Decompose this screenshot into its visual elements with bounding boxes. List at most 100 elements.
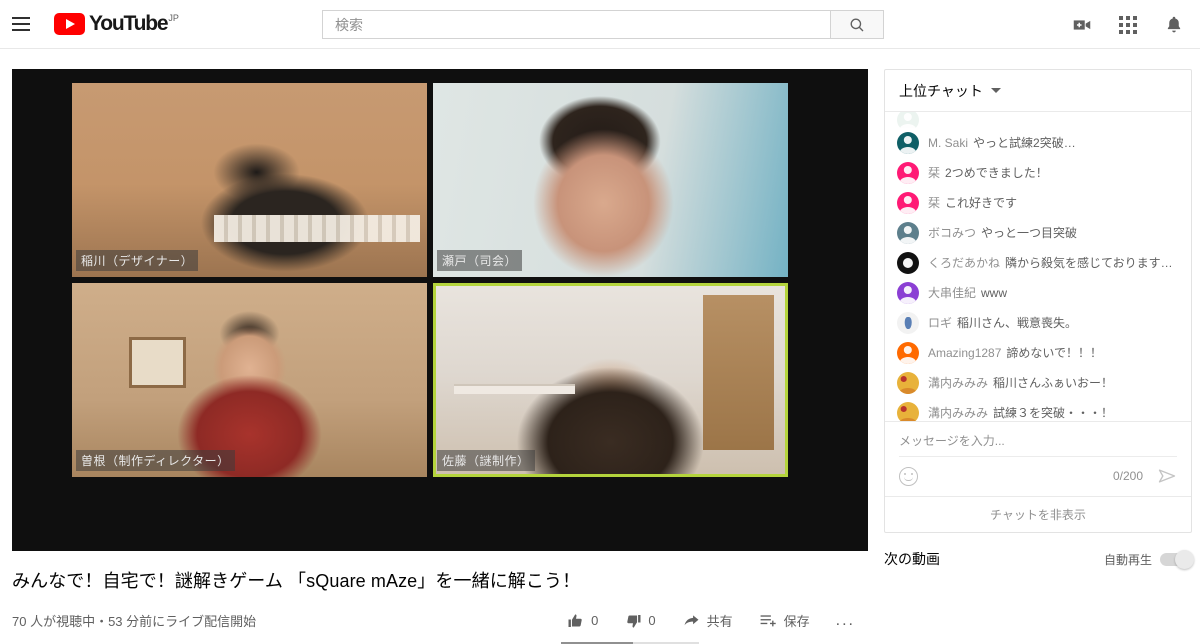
avatar — [897, 162, 919, 184]
avatar — [897, 402, 919, 421]
more-actions-button[interactable]: ... — [823, 608, 868, 634]
chat-input-placeholder: メッセージを入力... — [899, 434, 1005, 448]
chat-message-text — [928, 112, 933, 128]
up-next-header: 次の動画 自動再生 — [884, 549, 1194, 569]
autoplay-toggle[interactable] — [1160, 549, 1194, 569]
view-count-and-start-time: 70 人が視聴中・53 分前にライブ配信開始 — [12, 614, 257, 629]
chat-author: 溝内みみみ — [928, 375, 989, 390]
participant-name-label: 稲川（デザイナー） — [76, 250, 199, 271]
chat-body: これ好きです — [945, 195, 1018, 210]
youtube-logo-country: JP — [168, 13, 179, 23]
notifications-bell-icon[interactable] — [1162, 13, 1186, 37]
list-item: 溝内みみみ 試練３を突破・・・！ — [885, 398, 1191, 421]
thumbs-down-icon — [627, 614, 641, 628]
youtube-logo-text: YouTube — [89, 12, 169, 35]
list-item: ロギ 稲川さん、戦意喪失。 — [885, 308, 1191, 338]
search-input[interactable]: 検索 — [322, 10, 830, 39]
like-button[interactable]: 0 — [554, 604, 611, 638]
chat-footer: チャットを非表示 — [885, 496, 1191, 532]
video-player[interactable]: 稲川（デザイナー） 瀬戸（司会） 曽根（制作ディレクター） 佐藤（謎制作） — [12, 69, 868, 551]
emoji-smiley-icon[interactable] — [899, 466, 918, 486]
chat-body: 試練３を突破・・・！ — [993, 405, 1114, 420]
video-title: みんなで！自宅で！謎解きゲーム 「sQuare mAze」を一緒に解こう！ — [12, 571, 581, 591]
avatar — [897, 252, 919, 274]
chat-message-text: ロギ 稲川さん、戦意喪失。 — [928, 315, 1077, 332]
chat-author: Amazing1287 — [928, 345, 1002, 360]
chat-body: 稲川さん、戦意喪失。 — [957, 315, 1078, 330]
thumbs-up-icon — [568, 613, 582, 627]
character-counter: 0/200 — [1112, 469, 1143, 483]
list-item: ボコみつ やっと一つ目突破 — [885, 218, 1191, 248]
chevron-down-icon[interactable] — [990, 88, 1001, 93]
list-item: Amazing1287 諦めないで！！！ — [885, 338, 1191, 368]
chat-author: くろだあかね — [928, 255, 1001, 270]
youtube-logo[interactable]: YouTube JP — [54, 13, 179, 35]
list-item — [885, 112, 1191, 128]
search-bar: 検索 — [322, 10, 884, 39]
chat-message-input[interactable]: メッセージを入力... — [899, 432, 1177, 457]
participant-name-label: 佐藤（謎制作） — [437, 450, 535, 471]
chat-message-list[interactable]: M. Saki やっと試練2突破… 栞 2つめできました！ 栞これ好きです ボコ… — [885, 112, 1191, 421]
youtube-play-icon — [54, 13, 85, 35]
participant-video-2 — [433, 83, 788, 277]
video-conference-grid: 稲川（デザイナー） 瀬戸（司会） 曽根（制作ディレクター） 佐藤（謎制作） — [72, 83, 788, 489]
chat-message-text: くろだあかね 隣から殺気を感じております… — [928, 255, 1173, 272]
up-next-title: 次の動画 — [884, 551, 940, 567]
avatar — [897, 312, 919, 334]
avatar — [897, 372, 919, 394]
participant-tile-1[interactable]: 稲川（デザイナー） — [72, 83, 427, 277]
participant-tile-2[interactable]: 瀬戸（司会） — [433, 83, 788, 277]
hide-chat-button[interactable]: チャットを非表示 — [990, 506, 1086, 523]
chat-author: ロギ — [928, 315, 953, 330]
apps-grid-icon[interactable] — [1116, 13, 1140, 37]
chat-header: 上位チャット — [885, 70, 1191, 112]
list-item: 大串佳紀 www — [885, 278, 1191, 308]
chat-mode-label: 上位チャット — [899, 82, 983, 99]
participant-video-3 — [72, 283, 427, 477]
avatar — [897, 112, 919, 128]
list-item: M. Saki やっと試練2突破… — [885, 128, 1191, 158]
search-placeholder: 検索 — [335, 16, 363, 33]
avatar — [897, 132, 919, 154]
share-arrow-icon — [684, 615, 699, 626]
send-arrow-icon[interactable] — [1157, 466, 1177, 486]
save-label: 保存 — [783, 614, 810, 629]
chat-input-area: メッセージを入力... 0/200 — [885, 421, 1191, 496]
chat-message-text: M. Saki やっと試練2突破… — [928, 135, 1076, 152]
share-button[interactable]: 共有 — [669, 603, 746, 638]
search-button[interactable] — [830, 10, 884, 39]
header-icon-group — [1070, 0, 1186, 49]
video-meta-row: 70 人が視聴中・53 分前にライブ配信開始 0 0 共有 保存 ... — [12, 603, 868, 644]
autoplay-label: 自動再生 — [1103, 552, 1152, 567]
chat-message-text: Amazing1287 諦めないで！！！ — [928, 345, 1102, 362]
avatar — [897, 342, 919, 364]
chat-message-text: 栞これ好きです — [928, 195, 1017, 212]
list-item: くろだあかね 隣から殺気を感じております… — [885, 248, 1191, 278]
list-item: 溝内みみみ 稲川さんふぁいおー！ — [885, 368, 1191, 398]
create-video-icon[interactable] — [1070, 13, 1094, 37]
participant-tile-4-active-speaker[interactable]: 佐藤（謎制作） — [433, 283, 788, 477]
hamburger-bar — [12, 23, 30, 25]
list-item: 栞 2つめできました！ — [885, 158, 1191, 188]
participant-video-1 — [72, 83, 427, 277]
participant-tile-3[interactable]: 曽根（制作ディレクター） — [72, 283, 427, 477]
chat-body: www — [981, 285, 1008, 300]
avatar — [897, 192, 919, 214]
video-action-buttons: 0 0 共有 保存 ... — [554, 603, 868, 644]
chat-input-tools: 0/200 — [899, 457, 1177, 496]
primary-column: 稲川（デザイナー） 瀬戸（司会） 曽根（制作ディレクター） 佐藤（謎制作） みん… — [12, 69, 868, 644]
chat-author: ボコみつ — [928, 225, 977, 240]
hamburger-menu-icon[interactable] — [12, 12, 36, 36]
chat-author: 栞 — [928, 165, 941, 180]
chat-author: 大串佳紀 — [928, 285, 977, 300]
chat-author: 溝内みみみ — [928, 405, 989, 420]
chat-body: 諦めないで！！！ — [1006, 345, 1103, 360]
chat-author: 栞 — [928, 195, 941, 210]
participant-name-label: 曽根（制作ディレクター） — [76, 450, 235, 471]
dislike-button[interactable]: 0 — [611, 604, 668, 638]
chat-author: M. Saki — [928, 135, 969, 150]
dislike-count: 0 — [648, 613, 656, 628]
save-button[interactable]: 保存 — [746, 603, 823, 638]
chat-body: やっと一つ目突破 — [981, 225, 1078, 240]
chat-message-text: 栞 2つめできました！ — [928, 165, 1048, 182]
